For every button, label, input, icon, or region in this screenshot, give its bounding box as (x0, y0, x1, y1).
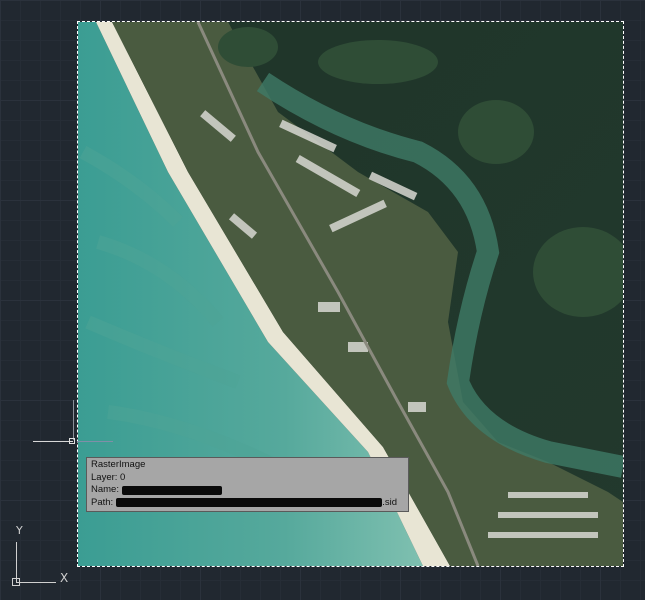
ucs-y-label: Y (16, 524, 23, 537)
tooltip-type: RasterImage (91, 459, 146, 470)
ucs-icon: Y X (8, 524, 78, 590)
tooltip-name: Name: (91, 484, 404, 497)
ucs-origin-box (12, 578, 20, 586)
crosshair-vertical (73, 400, 74, 440)
tooltip-path-prefix: Path: (91, 496, 114, 508)
crosshair-horizontal (33, 441, 73, 442)
redacted-path (116, 498, 383, 508)
rollover-tooltip: RasterImage Layer: 0 Name: Path: .sid (86, 457, 409, 512)
ucs-x-label: X (60, 571, 69, 585)
crosshair-pickbox (69, 438, 75, 444)
ucs-y-axis (16, 542, 17, 582)
redacted-name (121, 485, 222, 495)
tooltip-layer: Layer: 0 (91, 471, 126, 483)
tooltip-path-suffix: .sid (382, 496, 397, 508)
ucs-x-axis (16, 582, 56, 583)
tooltip-path: Path: .sid (91, 497, 404, 510)
crosshair-horizontal-ext (77, 441, 113, 442)
tooltip-name-prefix: Name: (91, 484, 119, 495)
